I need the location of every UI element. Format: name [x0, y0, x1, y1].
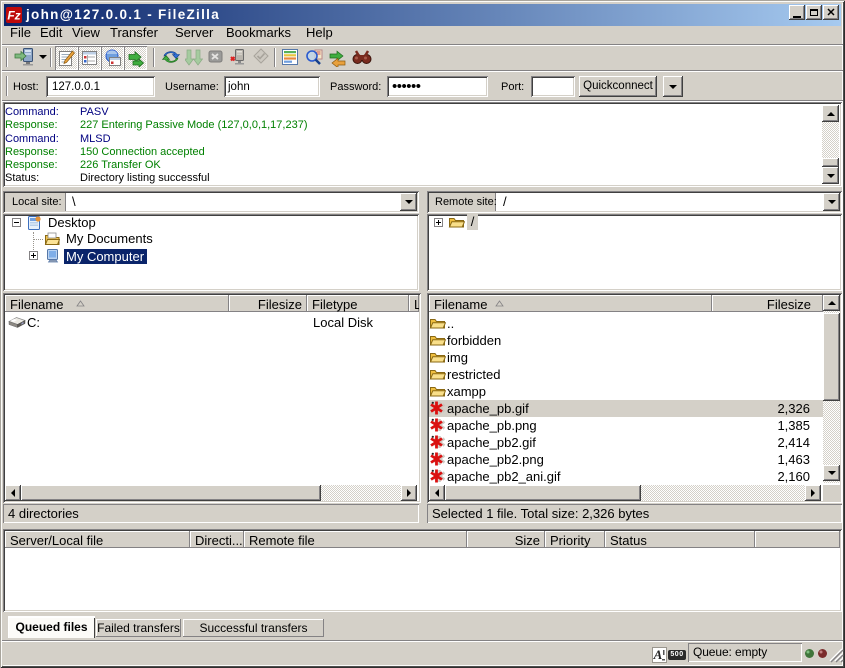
svg-text:A: A	[653, 647, 663, 662]
svg-text:Fz: Fz	[7, 9, 20, 23]
